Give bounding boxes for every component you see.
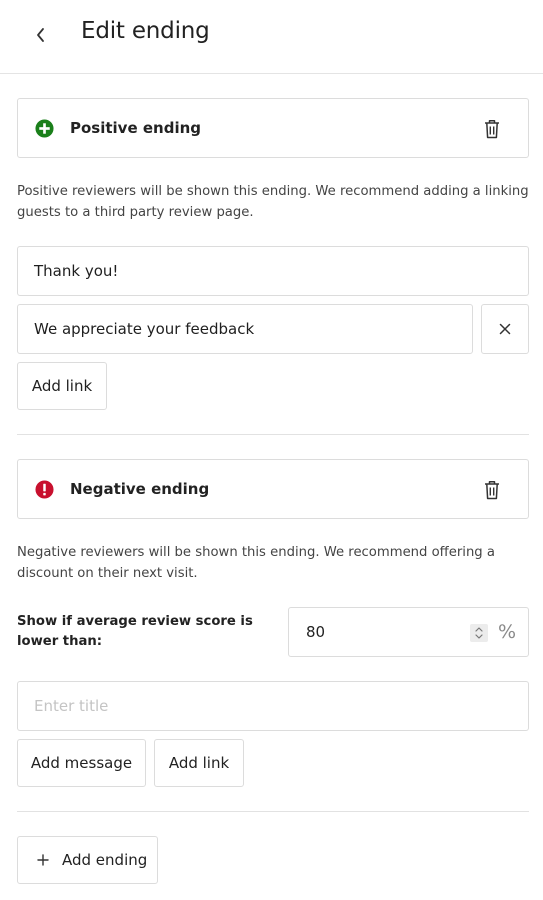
remove-message-button[interactable] [481,304,529,354]
positive-ending-description: Positive reviewers will be shown this en… [17,184,529,220]
section-divider [17,434,529,435]
page-header: Edit ending [0,0,543,74]
positive-message-field[interactable]: We appreciate your feedback [17,304,473,354]
threshold-stepper[interactable] [470,624,488,642]
back-button[interactable] [26,20,56,50]
delete-negative-ending-icon[interactable] [482,479,502,501]
positive-ending-label: Positive ending [70,119,202,137]
negative-ending-label: Negative ending [70,480,210,498]
negative-title-field[interactable]: Enter title [17,681,529,731]
add-ending-button[interactable]: Add ending [17,836,158,884]
threshold-input[interactable]: 80 % [288,607,529,657]
plus-icon [37,854,49,866]
positive-add-link-button[interactable]: Add link [17,362,107,410]
negative-ending-description: Negative reviewers will be shown this en… [17,545,495,581]
exclamation-circle-icon [35,480,54,499]
positive-title-field[interactable]: Thank you! [17,246,529,296]
close-icon [499,323,511,335]
add-ending-label: Add ending [62,851,148,869]
stepper-arrows-icon [475,627,483,639]
percent-unit: % [498,621,517,643]
threshold-label: Show if average review score is lower th… [17,614,253,649]
negative-add-link-button[interactable]: Add link [154,739,244,787]
positive-ending-header: Positive ending [17,98,529,158]
chevron-left-icon [37,28,44,42]
threshold-value: 80 [306,623,326,641]
add-message-button[interactable]: Add message [17,739,146,787]
delete-positive-ending-icon[interactable] [482,118,502,140]
negative-ending-header: Negative ending [17,459,529,519]
section-divider [17,811,529,812]
page-title: Edit ending [81,18,210,44]
plus-circle-icon [35,119,54,138]
